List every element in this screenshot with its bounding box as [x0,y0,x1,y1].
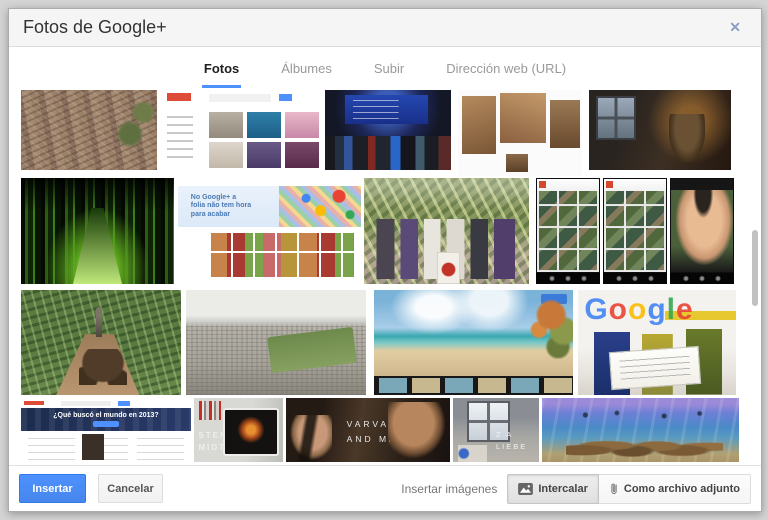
photo-paris-aerial[interactable] [186,290,366,395]
photo-overlay-text: VARVARA AND MAR [347,417,422,448]
beach-trees [505,298,573,359]
photo-grid[interactable]: No Google+ a folia não tem hora para aca… [9,88,761,466]
attachment-mode-button[interactable]: Como archivo adjunto [599,474,751,504]
insert-mode-group: Intercalar Como archivo adjunto [507,474,751,504]
tab-albumes[interactable]: Álbumes [279,53,334,88]
photo-aerial-city[interactable] [21,90,157,170]
phone-screenshot [536,178,600,284]
photo-phone-screens[interactable] [536,178,734,284]
photo-overlay-text: STEN MIDT [198,430,226,454]
photo-google-check[interactable]: Google [578,290,736,395]
photo-team-tree[interactable] [364,178,529,284]
photo-carnaval-page[interactable]: No Google+ a folia não tem hora para aca… [178,178,361,284]
attachment-mode-label: Como archivo adjunto [624,483,740,495]
grid-scrollbar-thumb[interactable] [752,230,758,306]
dialog-footer: Insertar Cancelar Insertar imágenes Inte… [9,465,761,511]
dialog-header: Fotos de Google+ ✕ [9,9,761,47]
tab-direccion-web[interactable]: Dirección web (URL) [444,53,568,88]
insert-images-label: Insertar imágenes [401,482,497,496]
photo-overlay-text: No Google+ a folia não tem hora para aca… [191,194,251,219]
photo-desk-monitor[interactable]: STEN MIDT [194,398,283,462]
inline-mode-button[interactable]: Intercalar [507,474,599,504]
photo-liebe-window[interactable]: Z A LIEBE [453,398,539,462]
photo-beach-streetview[interactable] [374,290,573,395]
photo-overlay-text: Z A LIEBE [496,429,534,453]
photo-google-trends[interactable]: ¿Qué buscó el mundo en 2013? [21,398,191,462]
photo-guitarist-room[interactable] [589,90,731,170]
photo-overlay-text: ¿Qué buscó el mundo en 2013? [53,412,158,419]
photo-underwater-sculptures[interactable] [542,398,739,462]
photo-overlay-text: Google [584,293,693,327]
insert-button[interactable]: Insertar [19,474,86,503]
paperclip-icon [609,481,619,496]
cancel-button[interactable]: Cancelar [98,474,163,503]
tab-bar: Fotos Álbumes Subir Dirección web (URL) [9,47,761,88]
phone-screenshot [670,178,734,284]
photo-google-image-search[interactable] [161,90,321,170]
tab-subir[interactable]: Subir [372,53,406,88]
dialog-title: Fotos de Google+ [23,17,723,38]
photo-icon [518,483,533,495]
photo-band-collage[interactable] [458,90,582,176]
park-strip [267,327,357,373]
phone-screenshot [603,178,667,284]
photo-conference-stage[interactable] [325,90,451,170]
inline-mode-label: Intercalar [538,483,588,495]
tab-fotos[interactable]: Fotos [202,53,241,88]
trends-banner: ¿Qué buscó el mundo en 2013? [21,408,191,431]
google-plus-photos-dialog: Fotos de Google+ ✕ Fotos Álbumes Subir D… [8,8,762,512]
photo-datacenter[interactable] [21,178,174,284]
photo-tortoise-trekker[interactable] [21,290,181,395]
trekker-figure [96,307,102,337]
photo-varvara-video[interactable]: VARVARA AND MAR [286,398,450,462]
close-icon[interactable]: ✕ [723,17,747,38]
